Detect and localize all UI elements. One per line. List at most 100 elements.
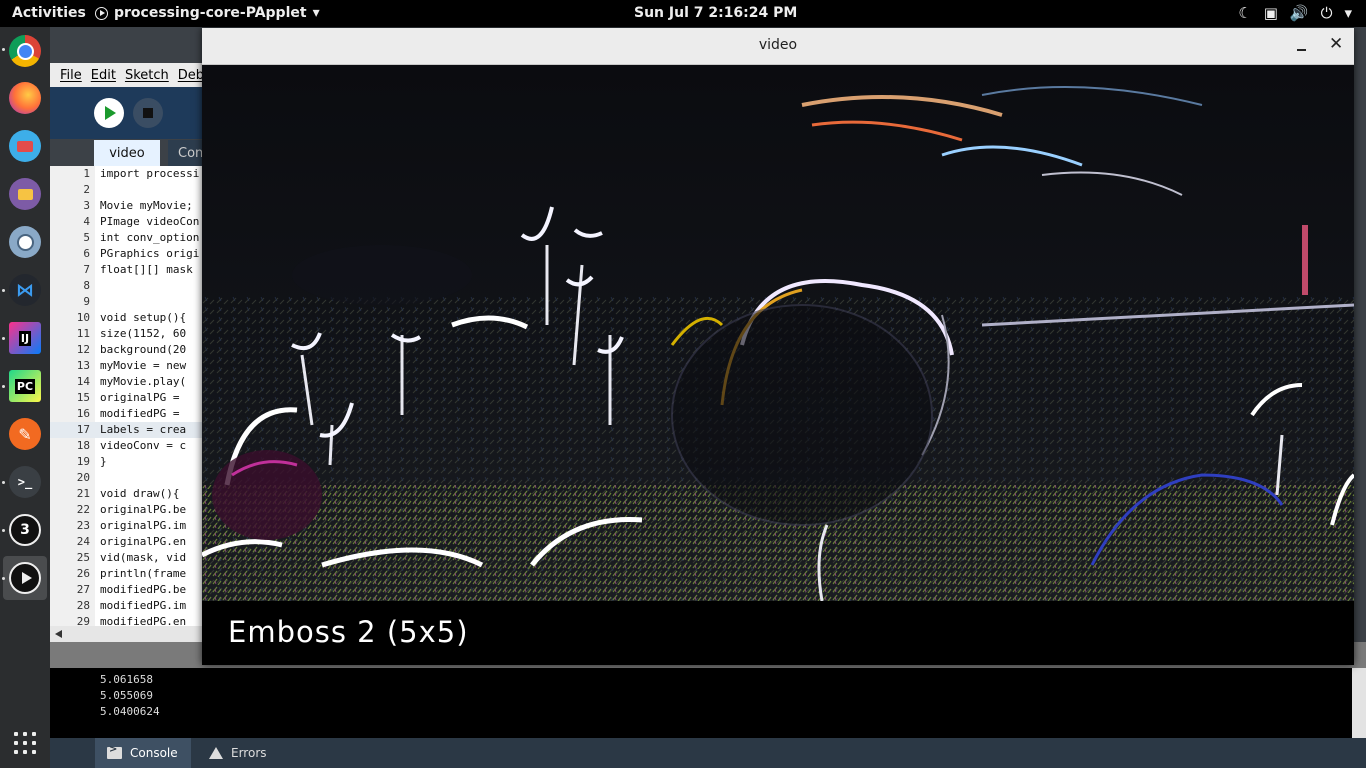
code-text: void draw(){ (100, 487, 180, 500)
code-line[interactable]: 3 Movie myMovie; (50, 198, 205, 214)
emboss-video-image (202, 65, 1354, 601)
line-number: 22 (76, 503, 90, 516)
screen-icon: ▣ (1263, 4, 1278, 22)
code-line[interactable]: 15 originalPG = (50, 390, 205, 406)
code-line[interactable]: 14 myMovie.play( (50, 374, 205, 390)
vscode-icon[interactable]: ⋈ (9, 274, 41, 306)
code-line[interactable]: 8 (50, 278, 205, 294)
code-line[interactable]: 29 modifiedPG.en (50, 614, 205, 626)
code-line[interactable]: 20 (50, 470, 205, 486)
code-text: originalPG.im (100, 519, 187, 532)
menu-edit[interactable]: Edit (91, 68, 116, 83)
code-text: videoConv = c (100, 439, 187, 452)
code-line[interactable]: 17 Labels = crea (50, 422, 205, 438)
console-line: 5.0400624 (100, 705, 160, 718)
menu-sketch[interactable]: Sketch (125, 68, 169, 83)
code-line[interactable]: 6 PGraphics origi (50, 246, 205, 262)
intellij-icon[interactable]: IJ (9, 322, 41, 354)
code-text: Labels = crea (100, 423, 187, 436)
app-menu-label: processing-core-PApplet (114, 5, 307, 21)
app-menu[interactable]: processing-core-PApplet ▾ (95, 5, 320, 21)
line-number: 4 (83, 215, 90, 228)
code-text: background(20 (100, 343, 187, 356)
code-line[interactable]: 13 myMovie = new (50, 358, 205, 374)
code-editor[interactable]: 1 import processi 2 3 Movie myMovie; 4 PImage … (50, 166, 205, 626)
code-line[interactable]: 19} (50, 454, 205, 470)
line-number: 24 (76, 535, 90, 548)
code-line[interactable]: 18 videoConv = c (50, 438, 205, 454)
code-line[interactable]: 26 println(frame (50, 566, 205, 582)
tab-video[interactable]: video (94, 140, 160, 166)
code-line[interactable]: 25 vid(mask, vid (50, 550, 205, 566)
terminal-icon[interactable]: >_ (9, 466, 41, 498)
show-applications-icon[interactable] (14, 732, 36, 754)
line-number: 28 (76, 599, 90, 612)
line-number: 25 (76, 551, 90, 564)
code-text: myMovie.play( (100, 375, 187, 388)
code-text: void setup(){ (100, 311, 187, 324)
stop-button[interactable] (133, 98, 163, 128)
code-text: } (100, 455, 107, 468)
minimize-button[interactable] (1295, 38, 1309, 54)
code-line[interactable]: 7 float[][] mask (50, 262, 205, 278)
gedit-icon[interactable]: ✎ (9, 418, 41, 450)
line-number: 23 (76, 519, 90, 532)
clock[interactable]: Sun Jul 7 2:16:24 PM (634, 5, 797, 21)
code-line[interactable]: 4 PImage videoCon (50, 214, 205, 230)
code-line[interactable]: 27 modifiedPG.be (50, 582, 205, 598)
line-number: 3 (83, 199, 90, 212)
processing-run-icon[interactable] (9, 562, 41, 594)
firefox-icon[interactable] (9, 82, 41, 114)
dock: ⋈ IJ PC ✎ >_ 3 (0, 27, 50, 768)
system-tray[interactable]: ☾ ▣ 🔊 ⏻ ▾ (1238, 4, 1352, 22)
line-number: 12 (76, 343, 90, 356)
code-line[interactable]: 10 void setup(){ (50, 310, 205, 326)
line-number: 21 (76, 487, 90, 500)
chrome-icon[interactable] (9, 35, 41, 67)
code-text: modifiedPG.im (100, 599, 187, 612)
code-line[interactable]: 21 void draw(){ (50, 486, 205, 502)
code-text: originalPG.en (100, 535, 187, 548)
errors-tab-button[interactable]: Errors (197, 738, 287, 768)
code-line[interactable]: 12 background(20 (50, 342, 205, 358)
code-line[interactable]: 11 size(1152, 60 (50, 326, 205, 342)
line-number: 27 (76, 583, 90, 596)
video-sketch-window: video ✕ Emboss 2 (5x5) (202, 28, 1354, 665)
window-titlebar[interactable]: video ✕ (202, 28, 1354, 65)
console-output: 5.061658 5.055069 5.0400624 (50, 668, 1366, 738)
code-line[interactable]: 2 (50, 182, 205, 198)
pycharm-icon[interactable]: PC (9, 370, 41, 402)
code-line[interactable]: 23 originalPG.im (50, 518, 205, 534)
code-line[interactable]: 22 originalPG.be (50, 502, 205, 518)
code-text: println(frame (100, 567, 187, 580)
night-light-icon: ☾ (1238, 4, 1252, 22)
chevron-down-icon: ▾ (312, 5, 320, 21)
console-scrollbar[interactable] (1352, 668, 1366, 738)
console-tab-button[interactable]: Console (95, 738, 191, 768)
code-line[interactable]: 24 originalPG.en (50, 534, 205, 550)
chevron-down-icon: ▾ (1344, 4, 1352, 22)
horizontal-scrollbar[interactable] (50, 626, 205, 642)
code-line[interactable]: 28 modifiedPG.im (50, 598, 205, 614)
code-line[interactable]: 9 (50, 294, 205, 310)
code-text: Movie myMovie; (100, 199, 193, 212)
mail-icon[interactable] (9, 130, 41, 162)
code-line[interactable]: 1 import processi (50, 166, 205, 182)
filter-caption-bar: Emboss 2 (5x5) (202, 601, 1354, 665)
code-line[interactable]: 16 modifiedPG = (50, 406, 205, 422)
close-button[interactable]: ✕ (1329, 34, 1343, 54)
menu-file[interactable]: File (60, 68, 82, 83)
line-number: 29 (76, 615, 90, 626)
line-number: 7 (83, 263, 90, 276)
activities-button[interactable]: Activities (12, 5, 86, 21)
code-line[interactable]: 5 int conv_option (50, 230, 205, 246)
run-button[interactable] (94, 98, 124, 128)
line-number: 9 (83, 295, 90, 308)
cheese-icon[interactable] (9, 226, 41, 258)
console-line: 5.055069 (100, 689, 153, 702)
code-text: PGraphics origi (100, 247, 200, 260)
processing3-icon[interactable]: 3 (9, 514, 41, 546)
code-text: size(1152, 60 (100, 327, 187, 340)
files-icon[interactable] (9, 178, 41, 210)
code-text: vid(mask, vid (100, 551, 187, 564)
